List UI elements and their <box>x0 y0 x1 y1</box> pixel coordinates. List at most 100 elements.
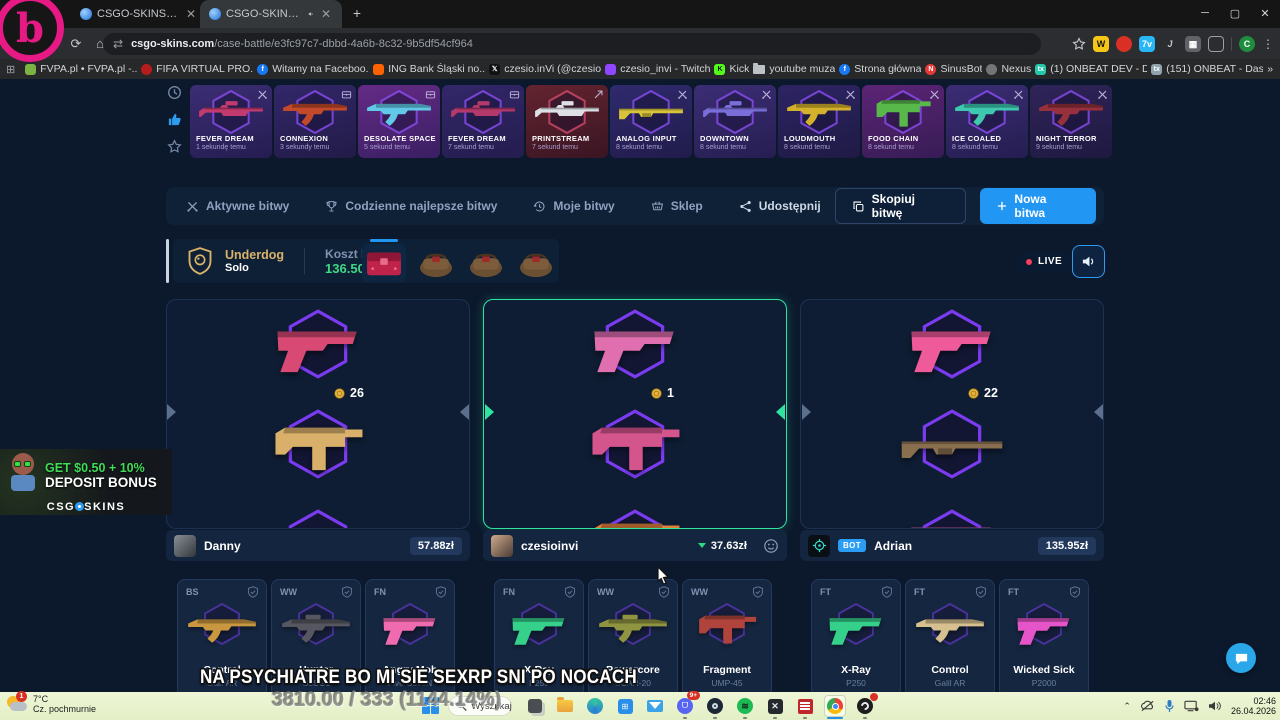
minimize-button[interactable]: ─ <box>1190 7 1220 19</box>
microsoft-store-button[interactable]: ⊞ <box>614 695 636 717</box>
tab-active-battles[interactable]: Aktywne bitwy <box>186 199 289 213</box>
shield-check-icon[interactable] <box>658 586 670 598</box>
case-thumb-active[interactable] <box>362 244 406 282</box>
maximize-button[interactable]: ▢ <box>1220 7 1250 20</box>
spotify-button[interactable]: ≋ <box>734 695 756 719</box>
player-row[interactable]: BOT Adrian 135.95zł <box>800 530 1104 561</box>
bookmark-onbeat-dev[interactable]: tx(1) ONBEAT DEV - D... <box>1035 63 1147 75</box>
extensions-puzzle-icon[interactable] <box>1208 36 1224 52</box>
shield-check-icon[interactable] <box>341 586 353 598</box>
volume-icon[interactable] <box>1208 700 1222 712</box>
address-bar[interactable]: ⇄ csgo-skins.com/case-battle/e3fc97c7-db… <box>103 32 1041 55</box>
onedrive-paused-icon[interactable] <box>1140 700 1155 712</box>
case-thumb[interactable] <box>464 244 508 282</box>
apps-grid-icon[interactable]: ⊞ <box>6 63 15 76</box>
tune-icon[interactable]: ⇄ <box>113 37 123 51</box>
bookmark-twitch[interactable]: czesio_invi - Twitch <box>605 63 710 75</box>
new-battle-button[interactable]: Nowa bitwa <box>979 188 1096 224</box>
bookmark-fifa[interactable]: FIFA VIRTUAL PRO... <box>141 63 253 75</box>
chrome-button-active[interactable] <box>824 695 846 719</box>
recent-clock-icon[interactable] <box>167 85 182 100</box>
steam-button[interactable] <box>704 695 726 719</box>
chat-widget-button[interactable] <box>1226 643 1256 673</box>
extension-red-icon[interactable] <box>1116 36 1132 52</box>
voicemeeter-button[interactable] <box>794 695 816 719</box>
x-app-button[interactable]: ✕ <box>764 695 786 719</box>
microphone-icon[interactable] <box>1164 699 1175 713</box>
new-tab-button[interactable]: + <box>349 6 365 22</box>
browser-tab-2-active[interactable]: CSGO-SKINS.COM - Najlep ✕ <box>200 0 342 28</box>
bookmark-ing[interactable]: ING Bank Śląski no... <box>373 63 485 75</box>
sound-toggle-button[interactable] <box>1072 245 1105 278</box>
menu-kebab-icon[interactable]: ⋮ <box>1262 37 1274 51</box>
file-explorer-button[interactable] <box>554 695 576 717</box>
bookmark-onbeat[interactable]: tx (151) ONBEAT - Das... <box>1151 63 1263 75</box>
mail-button[interactable] <box>644 695 666 717</box>
drop-card[interactable]: NIGHT TERROR 9 sekund temu <box>1030 85 1112 158</box>
shield-check-icon[interactable] <box>752 586 764 598</box>
tab-audio-icon[interactable] <box>308 9 314 19</box>
discord-button[interactable]: ᗜ 9+ <box>674 691 700 719</box>
item-card[interactable]: FT Wicked Sick P2000 <box>999 579 1089 692</box>
drop-card[interactable]: CONNEXION 3 sekundy temu <box>274 85 356 158</box>
emote-icon[interactable] <box>763 538 779 554</box>
bookmark-x-profile[interactable]: 𝕏czesio.inVi (@czesio... <box>489 63 601 75</box>
drop-card[interactable]: ICE COALED 8 sekund temu <box>946 85 1028 158</box>
drop-card[interactable]: LOUDMOUTH 8 sekund temu <box>778 85 860 158</box>
tray-expand-icon[interactable]: ⌃ <box>1123 701 1131 712</box>
extension-7tv-icon[interactable]: 7v <box>1139 36 1155 52</box>
bookmark-facebook[interactable]: f Witamy na Faceboo... <box>257 63 369 75</box>
weather-widget[interactable]: 1 7°C Cz. pochmurnie <box>6 691 96 714</box>
close-button[interactable]: ✕ <box>1250 7 1280 20</box>
bookmark-fvpa[interactable]: FVPA.pl • FVPA.pl -... <box>25 63 137 75</box>
extension-j-icon[interactable]: J <box>1162 36 1178 52</box>
copy-battle-button[interactable]: Skopiuj bitwę <box>834 188 966 224</box>
bookmark-kick[interactable]: K Kick <box>714 63 749 75</box>
thumbs-up-icon[interactable] <box>167 112 182 127</box>
bookmark-facebook-home[interactable]: f Strona główna <box>839 63 921 75</box>
bookmark-folder-youtube[interactable]: youtube muza <box>753 63 835 75</box>
tab-my-battles[interactable]: Moje bitwy <box>533 199 615 213</box>
case-thumb[interactable] <box>514 244 558 282</box>
drop-card[interactable]: DOWNTOWN 8 sekund temu <box>694 85 776 158</box>
profile-avatar[interactable]: C <box>1239 36 1255 52</box>
player-row[interactable]: Danny 57.88zł <box>166 530 470 561</box>
shield-check-icon[interactable] <box>564 586 576 598</box>
shield-check-icon[interactable] <box>247 586 259 598</box>
network-display-icon[interactable] <box>1184 700 1199 712</box>
drop-card[interactable]: ANALOG INPUT 8 sekund temu <box>610 85 692 158</box>
share-button[interactable]: Udostępnij <box>739 199 821 213</box>
shield-check-icon[interactable] <box>435 586 447 598</box>
bookmark-sinusbot[interactable]: N SinusBot <box>925 63 982 75</box>
edge-button[interactable] <box>584 695 606 717</box>
tab-close-icon[interactable]: ✕ <box>319 7 333 21</box>
item-card[interactable]: WW Fragment UMP-45 <box>682 579 772 692</box>
drop-card[interactable]: FOOD CHAIN 8 sekund temu <box>862 85 944 158</box>
extension-w-icon[interactable]: W <box>1093 36 1109 52</box>
extension-box-icon[interactable]: ▦ <box>1185 36 1201 52</box>
drop-card[interactable]: PRINTSTREAM 7 sekund temu <box>526 85 608 158</box>
drop-card[interactable]: FEVER DREAM 1 sekundę temu <box>190 85 272 158</box>
taskbar-clock[interactable]: 02:46 26.04.2026 <box>1231 696 1276 717</box>
task-view-button[interactable] <box>524 695 546 717</box>
obs-button[interactable] <box>854 693 878 719</box>
item-card[interactable]: FT X-Ray P250 <box>811 579 901 692</box>
shield-check-icon[interactable] <box>975 586 987 598</box>
browser-tab-1[interactable]: CSGO-SKINS.COM - Najlepsze ✕ <box>80 0 198 28</box>
shield-check-icon[interactable] <box>1069 586 1081 598</box>
tab-shop[interactable]: Sklep <box>651 199 703 213</box>
tab-close-icon[interactable]: ✕ <box>184 7 198 21</box>
shield-check-icon[interactable] <box>881 586 893 598</box>
drop-card[interactable]: DESOLATE SPACE 5 sekund temu <box>358 85 440 158</box>
player-row[interactable]: czesioinvi 37.63zł <box>483 530 787 561</box>
drop-card[interactable]: FEVER DREAM 7 sekund temu <box>442 85 524 158</box>
reload-icon[interactable]: ⟳ <box>64 36 88 52</box>
tab-daily-best-battles[interactable]: Codzienne najlepsze bitwy <box>325 199 497 213</box>
bookmark-nexus[interactable]: Nexus <box>986 63 1031 75</box>
deposit-bonus-banner[interactable]: GET $0.50 + 10% DEPOSIT BONUS CSG SKINS <box>0 449 172 515</box>
item-card[interactable]: FT Control Galil AR <box>905 579 995 692</box>
case-thumb[interactable] <box>414 244 458 282</box>
bookmarks-overflow-chevron[interactable]: » <box>1267 63 1273 75</box>
star-filter-icon[interactable] <box>167 139 182 154</box>
bookmark-star-icon[interactable] <box>1072 37 1086 51</box>
